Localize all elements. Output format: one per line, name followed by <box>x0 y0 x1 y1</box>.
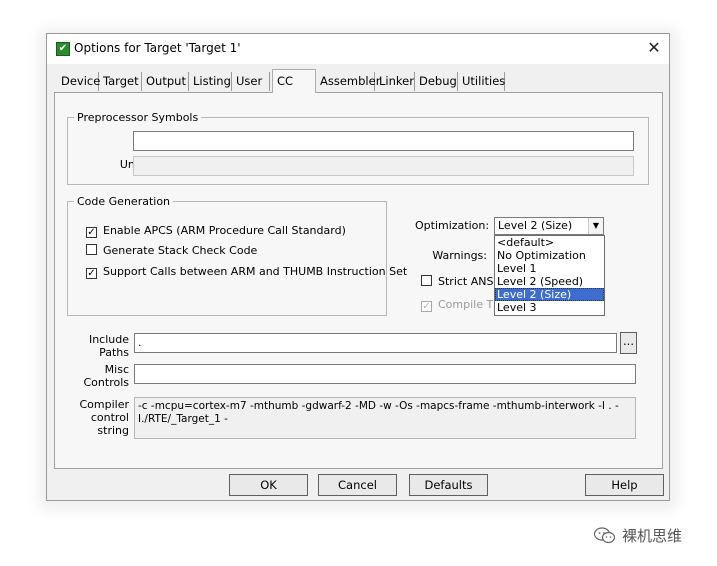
tab-debug[interactable]: Debug <box>415 72 458 91</box>
optimization-select[interactable]: Level 2 (Size) ▼ <box>494 217 604 235</box>
compiler-control-string[interactable]: -c -mcpu=cortex-m7 -mthumb -gdwarf-2 -MD… <box>134 397 636 439</box>
include-paths-label-line2: Paths <box>99 346 129 359</box>
cancel-button[interactable]: Cancel <box>318 474 397 496</box>
compiler-control-label-line3: string <box>97 424 129 437</box>
watermark-text: 裸机思维 <box>622 527 683 545</box>
cc-tab-panel: Preprocessor Symbols Define: Undefine: C… <box>54 92 663 469</box>
optimization-dropdown-list[interactable]: <default> No Optimization Level 1 Level … <box>494 235 605 316</box>
compiler-control-label-line1: Compiler <box>79 398 129 411</box>
dropdown-option-selected[interactable]: Level 2 (Size) <box>495 288 604 301</box>
misc-controls-label-line2: Controls <box>83 376 130 389</box>
thumb-calls-checkbox[interactable]: ✓ Support Calls between ARM and THUMB Ins… <box>86 265 407 279</box>
enable-apcs-label: Enable APCS (ARM Procedure Call Standard… <box>103 224 346 237</box>
misc-controls-label: Misc Controls <box>73 363 130 389</box>
stack-check-checkbox[interactable]: Generate Stack Check Code <box>86 244 257 257</box>
define-field[interactable] <box>133 131 634 151</box>
checkbox-box[interactable]: ✓ <box>86 227 97 238</box>
dropdown-option[interactable]: No Optimization <box>495 249 604 262</box>
checkbox-box[interactable]: ✓ <box>86 268 97 279</box>
ok-button[interactable]: OK <box>229 474 308 496</box>
stack-check-label: Generate Stack Check Code <box>103 244 258 257</box>
checkbox-box[interactable] <box>86 244 97 255</box>
wechat-icon <box>594 527 616 544</box>
watermark: 裸机思维 <box>594 525 682 546</box>
dropdown-option[interactable]: <default> <box>495 236 604 249</box>
compiler-control-label: Compiler control string <box>73 398 129 437</box>
dropdown-option[interactable]: Level 2 (Speed) <box>495 275 604 288</box>
options-dialog: ✔ Options for Target 'Target 1' ✕ Device… <box>46 33 670 501</box>
misc-controls-label-line1: Misc <box>104 363 129 376</box>
dropdown-option[interactable]: Level 1 <box>495 262 604 275</box>
tab-utilities[interactable]: Utilities <box>458 72 505 91</box>
compiler-control-line2: I./RTE/_Target_1 - <box>138 413 228 425</box>
include-paths-label-line1: Include <box>88 333 129 346</box>
checkbox-box[interactable] <box>421 275 432 286</box>
tab-cc[interactable]: CC <box>272 69 316 93</box>
undefine-field[interactable] <box>133 156 634 176</box>
tab-target[interactable]: Target <box>99 72 142 91</box>
code-generation-legend: Code Generation <box>77 195 171 208</box>
compiler-control-label-line2: control <box>90 411 129 424</box>
checkbox-box[interactable]: ✓ <box>421 301 432 312</box>
title-bar: ✔ Options for Target 'Target 1' ✕ <box>47 34 669 64</box>
optimization-label: Optimization: <box>415 219 490 232</box>
misc-controls-field[interactable] <box>134 364 636 384</box>
thumb-calls-label: Support Calls between ARM and THUMB Inst… <box>103 265 408 278</box>
app-icon: ✔ <box>56 42 70 56</box>
dropdown-option[interactable]: Level 3 <box>495 301 604 314</box>
chevron-down-icon[interactable]: ▼ <box>588 218 603 234</box>
tab-assembler[interactable]: Assembler <box>316 72 380 91</box>
warnings-label: Warnings: <box>432 249 487 262</box>
enable-apcs-checkbox[interactable]: ✓ Enable APCS (ARM Procedure Call Standar… <box>86 224 346 238</box>
include-paths-browse-button[interactable]: ... <box>620 332 637 354</box>
window-title: Options for Target 'Target 1' <box>74 41 241 55</box>
compiler-control-line1: -c -mcpu=cortex-m7 -mthumb -gdwarf-2 -MD… <box>138 400 619 412</box>
optimization-value: Level 2 (Size) <box>498 219 573 232</box>
tab-output[interactable]: Output <box>142 72 189 91</box>
tab-user[interactable]: User <box>232 72 270 91</box>
defaults-button[interactable]: Defaults <box>409 474 488 496</box>
tab-device[interactable]: Device <box>57 72 100 91</box>
close-icon[interactable]: ✕ <box>645 38 663 58</box>
include-paths-label: Include Paths <box>73 333 129 359</box>
preprocessor-legend: Preprocessor Symbols <box>77 111 199 124</box>
help-button[interactable]: Help <box>585 474 664 496</box>
include-paths-field[interactable]: . <box>134 333 617 353</box>
tab-linker[interactable]: Linker <box>375 72 415 91</box>
tab-listing[interactable]: Listing <box>189 72 232 91</box>
